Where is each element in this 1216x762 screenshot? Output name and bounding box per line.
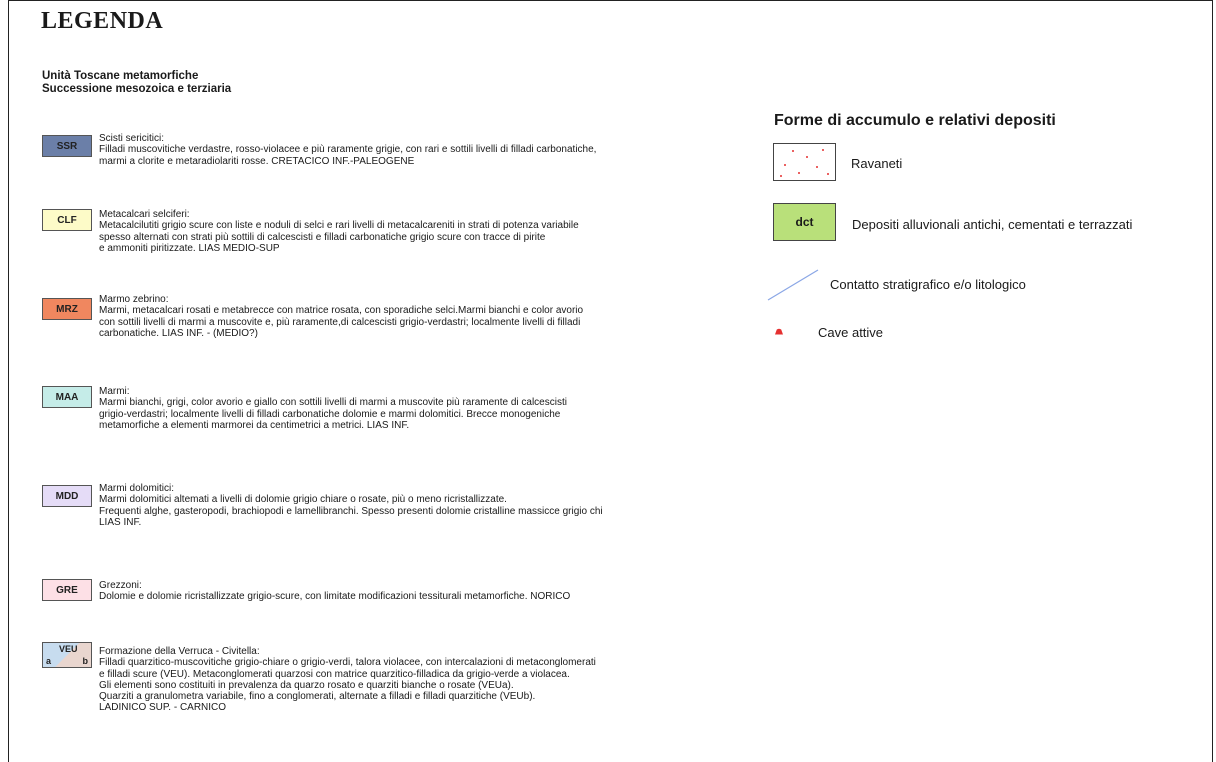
unit-description: Filladi quarzitico-muscovitiche grigio-c… xyxy=(99,657,596,714)
swatch-ravaneti xyxy=(773,143,836,181)
swatch-maa: MAA xyxy=(42,386,92,408)
legend-title: LEGENDA xyxy=(41,8,164,34)
label-contact: Contatto stratigrafico e/o litologico xyxy=(830,277,1026,292)
unit-description: Filladi muscovitiche verdastre, rosso-vi… xyxy=(99,144,597,167)
section-heading-line2: Successione mesozoica e terziaria xyxy=(42,83,232,95)
unit-name: Marmi: xyxy=(99,386,130,397)
unit-description: Dolomie e dolomie ricristallizzate grigi… xyxy=(99,591,571,603)
unit-name: Marmo zebrino: xyxy=(99,294,169,305)
contact-line-symbol xyxy=(767,269,819,301)
legend-item-veu: VEU a b Formazione della Verruca - Civit… xyxy=(42,642,702,713)
unit-name: Grezzoni: xyxy=(99,580,142,591)
section-heading: Unità Toscane metamorfiche Successione m… xyxy=(42,70,231,96)
label-ravaneti: Ravaneti xyxy=(851,156,903,171)
swatch-veu: VEU a b xyxy=(42,642,92,668)
unit-name: Metacalcari selciferi: xyxy=(99,209,190,220)
unit-name: Formazione della Verruca - Civitella: xyxy=(99,646,260,657)
deposits-heading: Forme di accumulo e relativi depositi xyxy=(774,112,1056,129)
unit-name: Scisti sericitici: xyxy=(99,133,165,144)
section-heading-line1: Unità Toscane metamorfiche xyxy=(42,70,199,82)
unit-name: Marmi dolomitici: xyxy=(99,483,175,494)
unit-description: Marmi, metacalcari rosati e metabrecce c… xyxy=(99,305,584,339)
swatch-mrz: MRZ xyxy=(42,298,92,320)
unit-description: Metacalcilutiti grigio scure con liste e… xyxy=(99,220,579,254)
veu-sub-a: a xyxy=(46,656,52,666)
veu-sub-b: b xyxy=(82,656,89,666)
veu-code: VEU xyxy=(59,644,78,654)
unit-description: Marmi bianchi, grigi, color avorio e gia… xyxy=(99,397,567,431)
swatch-mdd: MDD xyxy=(42,485,92,507)
swatch-ssr: SSR xyxy=(42,135,92,157)
swatch-clf: CLF xyxy=(42,209,92,231)
label-cave: Cave attive xyxy=(818,325,884,340)
cave-symbol-icon xyxy=(775,328,783,335)
swatch-gre: GRE xyxy=(42,579,92,601)
unit-description: Marmi dolomitici altemati a livelli di d… xyxy=(99,494,603,528)
swatch-dct: dct xyxy=(773,203,836,241)
label-dct: Depositi alluvionali antichi, cementati … xyxy=(852,217,1133,232)
